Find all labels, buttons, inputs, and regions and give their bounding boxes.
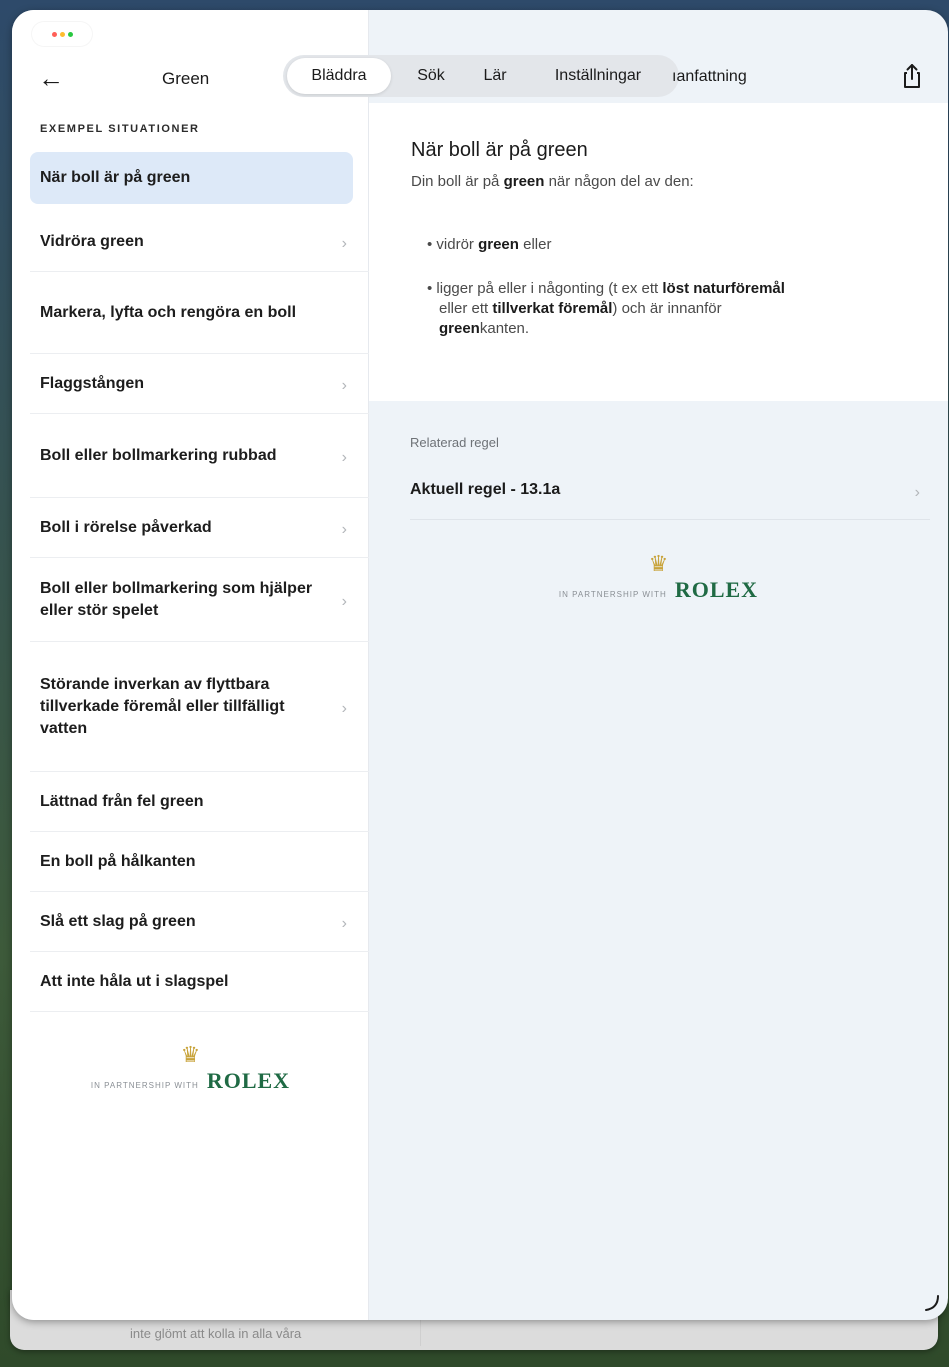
background-window-text: inte glömt att kolla in alla våra [130, 1326, 302, 1341]
sidebar-item-label: Boll eller bollmarkering rubbad [40, 447, 277, 464]
brand-text: ROLEX [674, 577, 759, 602]
related-rule-link[interactable]: Aktuell regel - 13.1a › [410, 472, 930, 520]
lead-text: när någon del av den: [544, 173, 694, 190]
situations-list: När boll är på green Vidröra green › Marker… [12, 152, 369, 1012]
sidebar-item[interactable]: Vidröra green › [12, 212, 369, 272]
tab-sok[interactable]: Sök [401, 55, 461, 97]
bullet-text: eller ett [439, 300, 493, 317]
sidebar-item-label: Boll i rörelse påverkad [40, 519, 212, 536]
chevron-right-icon: › [341, 700, 347, 717]
sidebar-item-label: Att inte håla ut i slagspel [40, 973, 229, 990]
related-rule-label: Relaterad regel [410, 435, 499, 450]
tab-installningar[interactable]: Inställningar [533, 55, 663, 97]
sidebar-item[interactable]: Lättnad från fel green [12, 772, 369, 832]
chevron-right-icon: › [341, 377, 347, 394]
movable-obstruction-link[interactable]: tillverkat föremål [492, 300, 612, 317]
chevron-right-icon: › [341, 449, 347, 466]
sidebar: EXEMPEL SITUATIONER När boll är på green… [12, 10, 369, 1320]
sidebar-item[interactable]: En boll på hålkanten [12, 832, 369, 892]
rule-link-label: Aktuell regel - 13.1a [410, 481, 561, 498]
sidebar-item[interactable]: Att inte håla ut i slagspel [12, 952, 369, 1012]
sponsor-logo: ♛ IN PARTNERSHIP WITH ROLEX [12, 1044, 369, 1094]
definition-panel: När boll är på green Din boll är på gree… [369, 103, 948, 401]
window-controls[interactable] [32, 22, 92, 46]
zoom-dot-icon[interactable] [67, 31, 73, 37]
sidebar-item[interactable]: När boll är på green [30, 152, 353, 204]
tab-lar[interactable]: Lär [467, 55, 523, 97]
background-window-divider [420, 1318, 421, 1346]
bullet-text: • vidrör [427, 236, 479, 253]
tab-sammanfattning[interactable]: ıanfattning [672, 68, 747, 86]
sidebar-item[interactable]: Flaggstången › [12, 354, 369, 414]
minimize-dot-icon[interactable] [59, 31, 65, 37]
chevron-right-icon: › [341, 521, 347, 538]
green-link[interactable]: green [427, 320, 480, 337]
tab-bladdra[interactable]: Bläddra [287, 58, 391, 94]
bullet-text: • ligger på eller i någonting (t ex ett [427, 280, 663, 297]
sidebar-item[interactable]: Boll eller bollmarkering som hjälper ell… [12, 558, 369, 642]
sidebar-item-label: En boll på hålkanten [40, 853, 196, 870]
bullet-item: • ligger på eller i någonting (t ex ett … [427, 279, 907, 339]
sidebar-item[interactable]: Störande inverkan av flyttbara tillverka… [12, 642, 369, 772]
chevron-right-icon: › [914, 483, 920, 501]
bullet-text: ) och är innanför [612, 300, 722, 317]
segmented-control: Bläddra Sök Lär Inställningar [283, 55, 679, 97]
share-icon[interactable] [900, 63, 924, 89]
resize-handle-icon[interactable] [922, 1294, 940, 1312]
sidebar-item-label: Boll eller bollmarkering som hjälper ell… [40, 580, 313, 619]
arrow-left-icon[interactable]: ← [38, 63, 64, 93]
definition-title: När boll är på green [411, 139, 588, 161]
crown-icon: ♛ [180, 1042, 201, 1067]
partner-text: IN PARTNERSHIP WITH [90, 1081, 199, 1090]
sidebar-item-label: När boll är på green [40, 169, 191, 186]
section-label: EXEMPEL SITUATIONER [40, 123, 200, 135]
app-window: EXEMPEL SITUATIONER När boll är på green… [12, 10, 948, 1320]
bullet-text: eller [518, 236, 552, 253]
close-dot-icon[interactable] [51, 31, 57, 37]
toolbar: ← Green Bläddra Sök Lär Inställningar ıa… [12, 55, 948, 103]
chevron-right-icon: › [341, 915, 347, 932]
green-link[interactable]: green [504, 173, 545, 190]
loose-impediment-link[interactable]: löst naturföremål [662, 280, 785, 297]
sidebar-item-label: Störande inverkan av flyttbara tillverka… [40, 676, 285, 737]
bullet-text: kanten. [479, 320, 530, 337]
crown-icon: ♛ [648, 551, 669, 576]
sidebar-item[interactable]: Boll i rörelse påverkad › [12, 498, 369, 558]
sidebar-item-label: Slå ett slag på green [40, 913, 196, 930]
sidebar-item-label: Vidröra green [40, 233, 144, 250]
brand-text: ROLEX [206, 1068, 291, 1093]
sidebar-item-label: Lättnad från fel green [40, 793, 204, 810]
green-link[interactable]: green [478, 236, 519, 253]
sidebar-item-label: Markera, lyfta och rengöra en boll [40, 304, 297, 321]
chevron-right-icon: › [341, 235, 347, 252]
bullet-item: • vidrör green eller [427, 235, 907, 255]
sidebar-item[interactable]: Slå ett slag på green › [12, 892, 369, 952]
sidebar-title: Green [162, 69, 210, 88]
sidebar-item[interactable]: Markera, lyfta och rengöra en boll [12, 272, 369, 354]
sidebar-item[interactable]: Boll eller bollmarkering rubbad › [12, 414, 369, 498]
definition-lead: Din boll är på green när någon del av de… [411, 173, 694, 190]
chevron-right-icon: › [341, 593, 347, 610]
lead-text: Din boll är på [411, 173, 504, 190]
sponsor-logo: ♛ IN PARTNERSHIP WITH ROLEX [369, 553, 948, 603]
sidebar-item-label: Flaggstången [40, 375, 145, 392]
partner-text: IN PARTNERSHIP WITH [558, 590, 667, 599]
